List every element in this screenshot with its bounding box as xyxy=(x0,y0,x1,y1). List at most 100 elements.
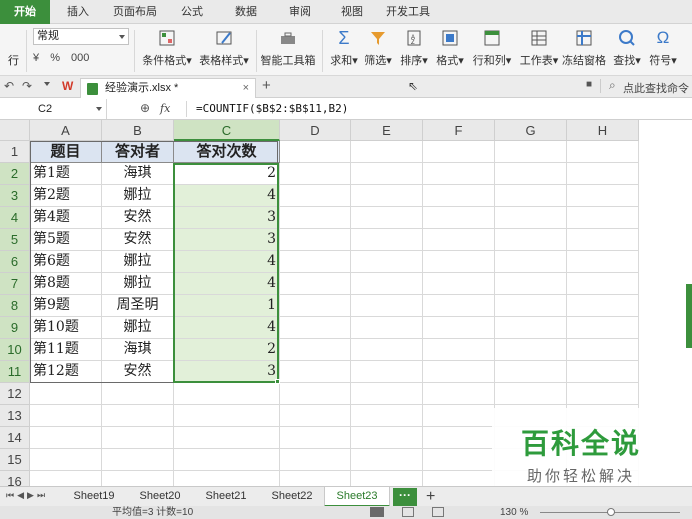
fill-handle[interactable] xyxy=(275,379,280,384)
cell[interactable] xyxy=(280,383,351,405)
cell[interactable] xyxy=(280,273,351,295)
cell[interactable] xyxy=(351,163,423,185)
freeze-panes-button[interactable]: 冻结窗格 xyxy=(562,28,606,68)
cell[interactable]: 海琪 xyxy=(102,163,174,185)
cell[interactable] xyxy=(495,163,567,185)
cell[interactable] xyxy=(351,383,423,405)
column-header-h[interactable]: H xyxy=(567,120,639,141)
cell[interactable] xyxy=(30,471,102,486)
wps-logo-icon[interactable]: W xyxy=(62,79,73,93)
sheet-nav-icon[interactable]: ⏮◀▶⏭ xyxy=(6,490,48,501)
cell[interactable] xyxy=(567,273,639,295)
cell[interactable]: 4 xyxy=(174,317,280,339)
cell[interactable] xyxy=(174,427,280,449)
cell[interactable] xyxy=(423,449,495,471)
cell[interactable] xyxy=(351,251,423,273)
cell[interactable] xyxy=(280,449,351,471)
cell[interactable]: 第2题 xyxy=(30,185,102,207)
tab-review[interactable]: 审阅 xyxy=(280,0,320,24)
currency-icon[interactable]: ¥ xyxy=(33,52,39,64)
tab-view[interactable]: 视图 xyxy=(332,0,372,24)
cell[interactable] xyxy=(280,317,351,339)
smart-toolbox-button[interactable]: 智能工具箱 xyxy=(260,28,316,68)
row-header[interactable]: 16 xyxy=(0,471,30,486)
zoom-level[interactable]: 130 % xyxy=(500,506,528,519)
cell[interactable] xyxy=(423,229,495,251)
row-header[interactable]: 11 xyxy=(0,361,30,383)
cell[interactable] xyxy=(280,229,351,251)
cell[interactable] xyxy=(351,207,423,229)
cell[interactable]: 安然 xyxy=(102,207,174,229)
page-break-icon[interactable] xyxy=(432,507,444,517)
cell[interactable] xyxy=(423,317,495,339)
cell[interactable]: 第8题 xyxy=(30,273,102,295)
cell[interactable] xyxy=(495,207,567,229)
cell[interactable] xyxy=(351,185,423,207)
cell[interactable] xyxy=(280,163,351,185)
sheet-tab[interactable]: Sheet19 xyxy=(62,487,126,507)
cell[interactable]: 娜拉 xyxy=(102,251,174,273)
close-icon[interactable]: × xyxy=(243,79,249,97)
row-header[interactable]: 6 xyxy=(0,251,30,273)
cell[interactable]: 第9题 xyxy=(30,295,102,317)
tab-data[interactable]: 数据 xyxy=(226,0,266,24)
cell[interactable] xyxy=(351,449,423,471)
row-header[interactable]: 7 xyxy=(0,273,30,295)
cell[interactable] xyxy=(423,207,495,229)
cell[interactable] xyxy=(423,383,495,405)
fx-icon[interactable]: fx xyxy=(160,102,170,115)
cell[interactable] xyxy=(495,361,567,383)
cell[interactable] xyxy=(174,383,280,405)
cell[interactable] xyxy=(351,229,423,251)
document-tab[interactable]: 经验演示.xlsx * × xyxy=(80,78,256,98)
cell[interactable] xyxy=(30,427,102,449)
find-button[interactable]: 查找▾ xyxy=(610,28,644,68)
cell[interactable] xyxy=(280,361,351,383)
cell[interactable] xyxy=(423,163,495,185)
cell[interactable] xyxy=(280,427,351,449)
cell[interactable]: 第6题 xyxy=(30,251,102,273)
cell[interactable] xyxy=(567,383,639,405)
cell[interactable] xyxy=(280,295,351,317)
cell[interactable] xyxy=(423,361,495,383)
cell[interactable]: 3 xyxy=(174,229,280,251)
cell[interactable] xyxy=(280,251,351,273)
search-command-input[interactable]: 点此查找命令 xyxy=(623,80,689,96)
cell[interactable] xyxy=(351,405,423,427)
cell[interactable]: 2 xyxy=(174,163,280,185)
chevron-down-icon[interactable] xyxy=(44,82,50,86)
cell[interactable] xyxy=(102,383,174,405)
new-tab-button[interactable]: + xyxy=(262,77,271,94)
worksheet-button[interactable]: 工作表▾ xyxy=(518,28,560,68)
cell[interactable] xyxy=(567,317,639,339)
row-header[interactable]: 3 xyxy=(0,185,30,207)
table-header-cell[interactable]: 答对者 xyxy=(102,141,174,163)
cell[interactable] xyxy=(102,427,174,449)
cell[interactable]: 第4题 xyxy=(30,207,102,229)
thousands-button[interactable]: 000 xyxy=(71,52,89,64)
percent-button[interactable]: % xyxy=(50,52,60,64)
tab-formulas[interactable]: 公式 xyxy=(172,0,212,24)
cell[interactable]: 安然 xyxy=(102,229,174,251)
symbol-button[interactable]: Ω 符号▾ xyxy=(646,28,680,68)
column-header-f[interactable]: F xyxy=(423,120,495,141)
tab-home[interactable]: 开始 xyxy=(0,0,50,24)
format-button[interactable]: 格式▾ xyxy=(434,28,466,68)
cell[interactable] xyxy=(174,471,280,486)
cell[interactable] xyxy=(423,141,495,163)
row-header[interactable]: 9 xyxy=(0,317,30,339)
cell[interactable]: 娜拉 xyxy=(102,185,174,207)
cell[interactable] xyxy=(30,405,102,427)
cell[interactable] xyxy=(102,471,174,486)
row-header[interactable]: 14 xyxy=(0,427,30,449)
cell[interactable] xyxy=(351,317,423,339)
tab-page-layout[interactable]: 页面布局 xyxy=(108,0,162,24)
sort-button[interactable]: AZ 排序▾ xyxy=(398,28,430,68)
cell[interactable]: 4 xyxy=(174,273,280,295)
cell[interactable] xyxy=(423,185,495,207)
cell[interactable]: 3 xyxy=(174,361,280,383)
cell[interactable] xyxy=(495,141,567,163)
cell[interactable] xyxy=(567,185,639,207)
cell[interactable] xyxy=(495,295,567,317)
zoom-formula-icon[interactable]: ⊕ xyxy=(140,101,150,115)
